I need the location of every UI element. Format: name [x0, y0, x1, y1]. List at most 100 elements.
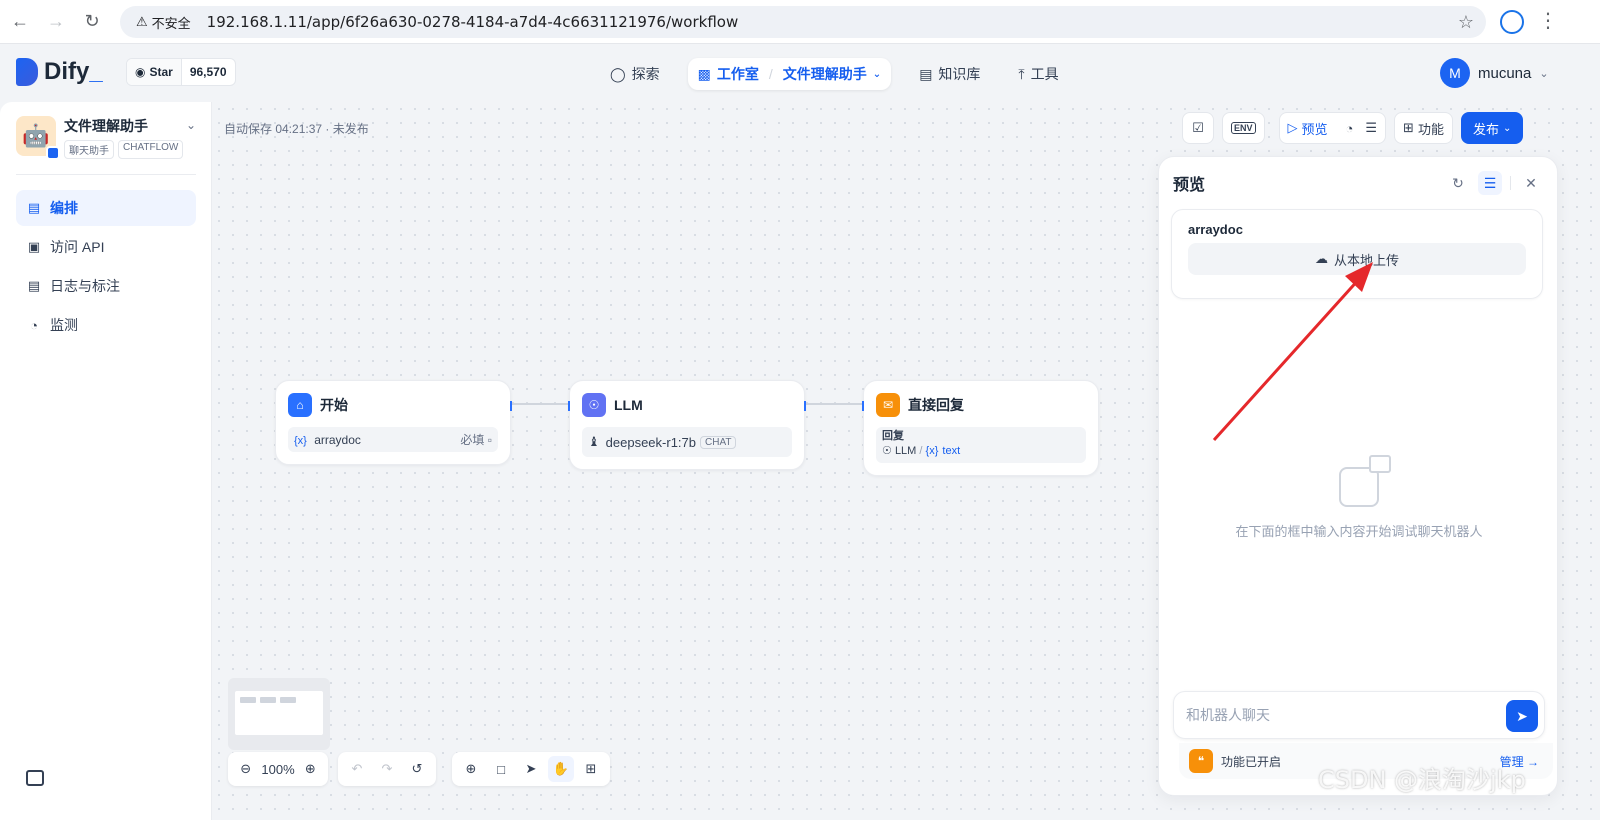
address-bar[interactable]: ⚠ 不安全 192.168.1.11/app/6f26a630-0278-418… — [120, 6, 1486, 38]
nav-app-name[interactable]: 文件理解助手 — [783, 64, 867, 84]
chat-placeholder: 和机器人聊天 — [1186, 707, 1270, 723]
logo-underscore: _ — [89, 58, 103, 85]
nav-separator: / — [768, 66, 773, 82]
add-note-icon[interactable]: □ — [488, 756, 514, 782]
upload-local-button[interactable]: ☁ 从本地上传 — [1188, 243, 1526, 275]
minimap-node — [260, 697, 276, 703]
undo-icon[interactable]: ↶ — [344, 756, 370, 782]
node-answer[interactable]: ✉ 直接回复 回复 ☉ LLM / {x} text — [862, 380, 1099, 476]
node-model: ♝ deepseek-r1:7b CHAT — [582, 427, 792, 457]
variable-name: arraydoc — [314, 432, 361, 447]
user-menu[interactable]: M mucuna ⌄ — [1440, 58, 1549, 88]
chevron-down-icon[interactable]: ⌄ — [186, 118, 196, 132]
nav-studio[interactable]: ▩ 工作室 / 文件理解助手 ⌄ — [687, 58, 892, 90]
nav-tools[interactable]: ⤒ 工具 — [1008, 58, 1068, 90]
nav-explore[interactable]: ◯ 探索 — [600, 58, 670, 90]
left-sidebar: 🤖 文件理解助手 聊天助手 CHATFLOW ⌄ ▤ 编排 ▣ 访问 API ▤… — [0, 102, 212, 820]
publish-button[interactable]: 发布 ⌄ — [1460, 112, 1524, 144]
sidebar-item-api[interactable]: ▣ 访问 API — [16, 229, 196, 265]
answer-label: 回复 — [882, 430, 904, 442]
back-icon[interactable]: ← — [4, 6, 36, 38]
node-title: 开始 — [320, 397, 348, 413]
zoom-out-icon[interactable]: ⊖ — [234, 756, 257, 782]
node-output-handle[interactable] — [804, 401, 806, 411]
dify-logo[interactable]: Dify_ — [16, 58, 103, 86]
robot-icon: ▩ — [697, 65, 711, 82]
avatar: M — [1440, 58, 1470, 88]
field-label: arraydoc — [1188, 222, 1243, 237]
arrow-right-icon: → — [1527, 754, 1539, 769]
variables-toggle-icon[interactable]: ☰ — [1478, 171, 1502, 195]
watermark: CSDN @浪淘沙jkp — [1318, 766, 1526, 794]
node-start[interactable]: ⌂ 开始 {x} arraydoc 必填 ▫ — [275, 380, 512, 465]
hand-icon[interactable]: ✋ — [548, 756, 574, 782]
reload-icon[interactable]: ↻ — [76, 6, 108, 38]
zoom-in-icon[interactable]: ⊕ — [299, 756, 322, 782]
nav-studio-label: 工作室 — [716, 66, 759, 82]
llm-small-icon: ☉ — [882, 445, 892, 457]
github-icon: ◉ — [135, 65, 146, 79]
nav-explore-label: 探索 — [631, 66, 660, 82]
url-text[interactable]: 192.168.1.11/app/6f26a630-0278-4184-a7d4… — [207, 13, 739, 31]
organize-icon[interactable]: ⊞ — [578, 756, 604, 782]
layout-icon: ▤ — [27, 200, 41, 215]
features-button[interactable]: ⊞ 功能 — [1394, 112, 1453, 144]
send-icon[interactable]: ➤ — [1506, 700, 1538, 732]
sidebar-item-logs[interactable]: ▤ 日志与标注 — [16, 268, 196, 304]
chatbot-icon — [1339, 455, 1391, 507]
empty-state-text: 在下面的框中输入内容开始调试聊天机器人 — [1235, 524, 1483, 539]
nav-knowledge[interactable]: ▤ 知识库 — [909, 58, 990, 90]
feature-text: 功能已开启 — [1221, 754, 1282, 769]
pointer-icon[interactable]: ➤ — [518, 756, 544, 782]
env-button[interactable]: ENV — [1222, 112, 1265, 144]
input-variables-card: arraydoc ☁ 从本地上传 — [1171, 209, 1543, 299]
node-variable: {x} arraydoc 必填 ▫ — [288, 427, 498, 452]
forward-icon[interactable]: → — [40, 6, 72, 38]
node-input-handle[interactable] — [862, 401, 864, 411]
edge-llm-answer[interactable] — [805, 403, 863, 405]
checklist-icon[interactable]: ☰ — [1365, 120, 1377, 136]
chat-input[interactable]: 和机器人聊天 ➤ — [1173, 691, 1545, 739]
redo-icon[interactable]: ↷ — [374, 756, 400, 782]
zoom-level[interactable]: 100% — [261, 762, 294, 777]
model-provider-icon: ♝ — [588, 434, 600, 449]
required-label: 必填 — [460, 433, 485, 447]
chevron-down-icon[interactable]: ⌄ — [873, 69, 881, 80]
preview-button[interactable]: ▷ 预览 ◔ ☰ — [1278, 112, 1387, 144]
history-icon[interactable]: ◔ — [1346, 121, 1354, 136]
chevron-down-icon: ⌄ — [1502, 122, 1512, 134]
llm-icon: ☉ — [582, 393, 606, 417]
features-label: 功能 — [1417, 121, 1444, 137]
minimap-node — [280, 697, 296, 703]
sidebar-item-monitor[interactable]: ◔ 监测 — [16, 307, 196, 343]
github-star-button[interactable]: ◉ Star 96,570 — [126, 58, 236, 86]
sidebar-item-label: 编排 — [50, 200, 78, 216]
bookmark-star-icon[interactable]: ☆ — [1458, 12, 1474, 33]
restart-icon[interactable]: ↻ — [1446, 171, 1470, 195]
node-input-handle[interactable] — [568, 401, 570, 411]
browser-profile-icon[interactable] — [1500, 10, 1524, 34]
sidebar-collapse-icon[interactable] — [26, 770, 44, 786]
node-output-handle[interactable] — [510, 401, 512, 411]
node-title: LLM — [614, 397, 643, 413]
insecure-indicator[interactable]: ⚠ 不安全 — [128, 11, 199, 34]
browser-menu-icon[interactable]: ⋮ — [1538, 8, 1558, 33]
edge-start-llm[interactable] — [511, 403, 569, 405]
add-node-icon[interactable]: ⊕ — [458, 756, 484, 782]
close-icon[interactable]: ✕ — [1519, 171, 1543, 195]
answer-variable: text — [942, 445, 961, 457]
node-llm[interactable]: ☉ LLM ♝ deepseek-r1:7b CHAT — [568, 380, 806, 470]
check-list-button[interactable]: ☑ — [1182, 112, 1214, 144]
divider — [16, 174, 196, 175]
sidebar-item-label: 日志与标注 — [50, 278, 120, 294]
app-type-tag: CHATFLOW — [118, 140, 184, 159]
version-history-icon[interactable]: ↺ — [404, 756, 430, 782]
sidebar-item-orchestrate[interactable]: ▤ 编排 — [16, 190, 196, 226]
github-star-label: Star — [149, 65, 173, 79]
minimap[interactable] — [228, 678, 330, 750]
minimap-node — [240, 697, 256, 703]
upload-label: 从本地上传 — [1333, 252, 1399, 268]
reply-icon: ✉ — [876, 393, 900, 417]
warning-icon: ⚠ — [136, 14, 148, 29]
app-info[interactable]: 🤖 文件理解助手 聊天助手 CHATFLOW ⌄ — [16, 116, 196, 160]
